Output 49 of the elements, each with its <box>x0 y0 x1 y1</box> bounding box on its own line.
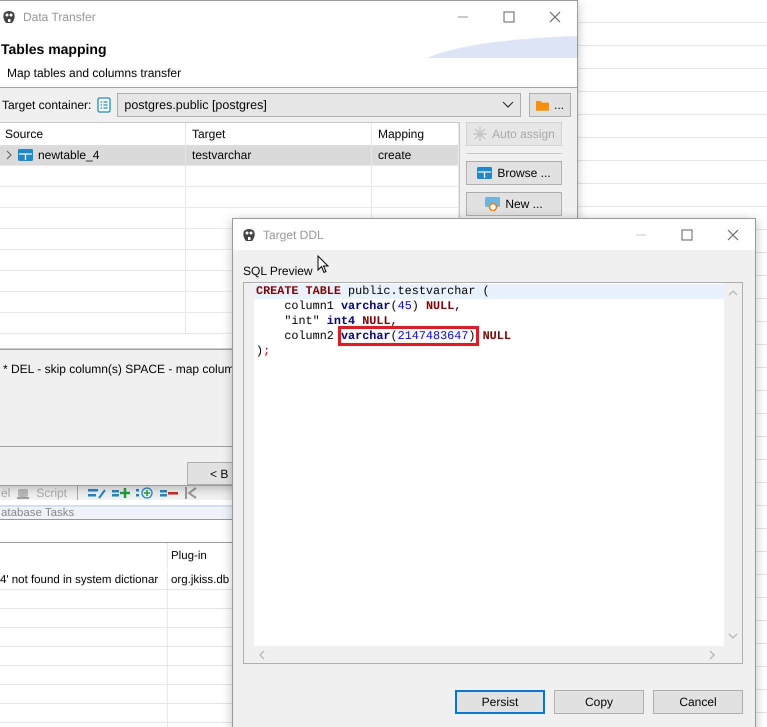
maximize-icon[interactable] <box>681 228 693 240</box>
code-line: "int" int4 NULL, <box>283 314 399 329</box>
maximize-icon[interactable] <box>503 10 515 22</box>
window-title: Data Transfer <box>23 10 96 24</box>
table-icon <box>18 149 33 161</box>
field-label: Target container: <box>2 98 92 112</box>
scroll-left-icon[interactable] <box>258 650 265 660</box>
scroll-right-icon[interactable] <box>709 650 716 660</box>
delete-row-icon[interactable] <box>160 487 178 499</box>
copy-button[interactable]: Copy <box>554 690 644 714</box>
page-description: Map tables and columns transfer <box>7 66 182 80</box>
chevron-right-icon[interactable] <box>5 150 13 160</box>
page-heading: Tables mapping <box>1 41 107 57</box>
table-cell: newtable_4 <box>38 148 100 162</box>
table-cell: testvarchar <box>186 145 372 165</box>
scroll-up-icon[interactable] <box>728 289 738 296</box>
copy-row-icon[interactable] <box>136 487 154 499</box>
table-cell-text: org.jkiss.db <box>170 573 230 588</box>
script-icon[interactable] <box>16 486 30 500</box>
schema-icon <box>97 97 112 113</box>
container-dropdown[interactable]: postgres.public [postgres] <box>117 93 521 117</box>
close-icon[interactable] <box>727 228 739 240</box>
cancel-button[interactable]: Cancel <box>653 690 743 714</box>
beaver-icon <box>241 226 257 242</box>
section-label: SQL Preview <box>243 264 313 278</box>
chevron-down-icon <box>502 101 514 109</box>
folder-icon <box>536 98 549 112</box>
mouse-cursor-icon <box>317 255 329 274</box>
close-icon[interactable] <box>549 10 561 22</box>
asterisk-icon <box>473 127 488 141</box>
code-line: column1 varchar(45) NULL, <box>283 299 462 314</box>
edit-rows-icon[interactable] <box>88 487 106 499</box>
browse-button[interactable]: Browse ... <box>466 161 562 185</box>
table-cell: create <box>372 145 459 165</box>
new-button[interactable]: New ... <box>466 192 562 216</box>
table-icon <box>477 167 492 179</box>
scroll-down-icon[interactable] <box>728 633 738 640</box>
highlight-box: varchar(2147483647) <box>340 329 476 343</box>
table-cell: 4' not found in system dictionar <box>0 571 168 589</box>
add-row-icon[interactable] <box>112 487 130 499</box>
persist-button[interactable]: Persist <box>455 690 545 714</box>
new-table-icon <box>485 197 500 211</box>
code-line: ); <box>255 344 272 359</box>
table-row[interactable]: newtable_4 testvarchar create <box>0 145 459 166</box>
choose-folder-button[interactable]: ... <box>529 93 571 117</box>
first-page-icon[interactable] <box>184 486 198 500</box>
sql-editor[interactable]: CREATE TABLE public.testvarchar ( column1 varchar(45) NULL, "int" int4 NULL, column2 varchar(2147483647) NULL ); <box>243 282 743 664</box>
window-title: Target DDL <box>263 228 324 242</box>
code-line: column2 varchar(2147483647) NULL <box>254 329 724 344</box>
